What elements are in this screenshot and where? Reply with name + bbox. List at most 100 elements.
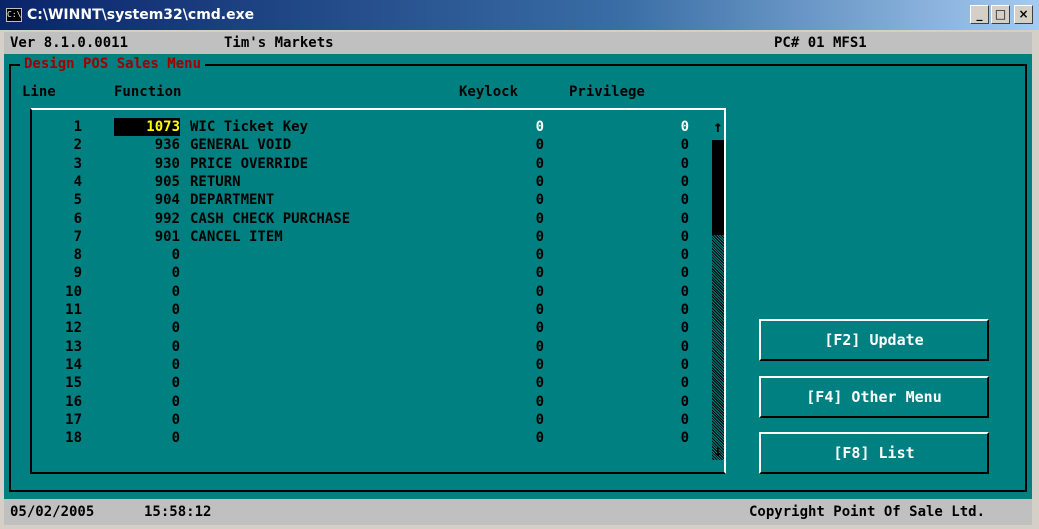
row-privilege: 0 xyxy=(680,375,689,392)
row-privilege: 0 xyxy=(680,265,689,282)
menu-title: Design POS Sales Menu xyxy=(20,55,206,73)
maximize-button[interactable]: □ xyxy=(991,5,1010,24)
column-header-privilege: Privilege xyxy=(569,84,645,100)
row-privilege: 0 xyxy=(680,338,689,355)
scroll-down-arrow[interactable]: ↓ xyxy=(713,442,723,460)
row-line-number: 11 xyxy=(65,302,82,318)
row-function-code[interactable]: 936 xyxy=(114,136,180,154)
minimize-button[interactable]: _ xyxy=(970,5,989,24)
row-keylock: 0 xyxy=(535,192,544,209)
row-line-number: 4 xyxy=(73,173,82,190)
row-function-code[interactable]: 0 xyxy=(114,283,180,301)
row-privilege: 0 xyxy=(680,137,689,154)
row-function-code[interactable]: 0 xyxy=(114,301,180,319)
header-bar: Ver 8.1.0.0011 Tim's Markets PC# 01 MFS1 xyxy=(4,32,1032,54)
row-privilege: 0 xyxy=(680,119,689,135)
status-date: 05/02/2005 xyxy=(10,504,95,520)
version-label: Ver 8.1.0.0011 xyxy=(10,35,129,51)
row-keylock: 0 xyxy=(535,356,544,373)
row-keylock: 0 xyxy=(535,137,544,154)
row-function-name: RETURN xyxy=(190,173,241,190)
scrollbar-thumb[interactable] xyxy=(712,140,724,235)
status-bar: 05/02/2005 15:58:12 Copyright Point Of S… xyxy=(4,499,1032,525)
row-line-number: 9 xyxy=(73,265,82,282)
row-function-name: WIC Ticket Key xyxy=(190,119,309,135)
row-privilege: 0 xyxy=(680,247,689,264)
row-function-code[interactable]: 992 xyxy=(114,210,180,228)
window-title: C:\WINNT\system32\cmd.exe xyxy=(27,7,255,23)
row-privilege: 0 xyxy=(680,411,689,428)
row-function-name: CANCEL ITEM xyxy=(190,228,283,245)
row-line-number: 3 xyxy=(73,155,82,172)
column-header-function: Function xyxy=(114,84,182,100)
row-privilege: 0 xyxy=(680,228,689,245)
copyright-text: Copyright Point Of Sale Ltd. xyxy=(749,504,986,520)
row-privilege: 0 xyxy=(680,155,689,172)
row-function-name: CASH CHECK PURCHASE xyxy=(190,210,351,227)
row-keylock: 0 xyxy=(535,119,544,135)
row-keylock: 0 xyxy=(535,338,544,355)
row-function-name: GENERAL VOID xyxy=(190,137,292,154)
row-keylock: 0 xyxy=(535,247,544,264)
close-button[interactable]: × xyxy=(1014,5,1033,24)
window-title-bar[interactable]: C:\ C:\WINNT\system32\cmd.exe _ □ × xyxy=(0,0,1039,30)
row-keylock: 0 xyxy=(535,283,544,300)
row-line-number: 5 xyxy=(73,192,82,209)
row-function-code[interactable]: 901 xyxy=(114,228,180,246)
store-name: Tim's Markets xyxy=(224,35,334,51)
scroll-up-arrow[interactable]: ↑ xyxy=(713,118,723,136)
row-privilege: 0 xyxy=(680,302,689,318)
column-header-line: Line xyxy=(22,84,56,100)
f4-other-menu-button[interactable]: [F4] Other Menu xyxy=(759,376,989,418)
row-keylock: 0 xyxy=(535,155,544,172)
row-function-code[interactable]: 0 xyxy=(114,429,180,447)
row-line-number: 13 xyxy=(65,338,82,355)
row-line-number: 14 xyxy=(65,356,82,373)
row-function-code[interactable]: 0 xyxy=(114,319,180,337)
row-keylock: 0 xyxy=(535,430,544,447)
row-function-code[interactable]: 930 xyxy=(114,155,180,173)
row-privilege: 0 xyxy=(680,320,689,337)
column-header-keylock: Keylock xyxy=(459,84,519,100)
row-function-code[interactable]: 0 xyxy=(114,411,180,429)
row-line-number: 17 xyxy=(65,411,82,428)
row-privilege: 0 xyxy=(680,210,689,227)
row-function-code[interactable]: 905 xyxy=(114,173,180,191)
row-privilege: 0 xyxy=(680,393,689,410)
row-keylock: 0 xyxy=(535,265,544,282)
row-line-number: 8 xyxy=(73,247,82,264)
row-function-code[interactable]: 0 xyxy=(114,246,180,264)
row-line-number: 7 xyxy=(73,228,82,245)
row-function-code[interactable]: 0 xyxy=(114,338,180,356)
row-function-name: DEPARTMENT xyxy=(190,192,275,209)
row-keylock: 0 xyxy=(535,375,544,392)
row-privilege: 0 xyxy=(680,283,689,300)
row-privilege: 0 xyxy=(680,173,689,190)
console-screen[interactable]: Ver 8.1.0.0011 Tim's Markets PC# 01 MFS1… xyxy=(4,32,1032,525)
row-privilege: 0 xyxy=(680,356,689,373)
row-line-number: 15 xyxy=(65,375,82,392)
row-function-code[interactable]: 0 xyxy=(114,374,180,392)
row-line-number: 6 xyxy=(73,210,82,227)
row-function-code[interactable]: 1073 xyxy=(114,118,180,136)
row-function-code[interactable]: 0 xyxy=(114,264,180,282)
row-line-number: 1 xyxy=(73,119,82,135)
row-keylock: 0 xyxy=(535,302,544,318)
row-keylock: 0 xyxy=(535,173,544,190)
row-privilege: 0 xyxy=(680,192,689,209)
row-line-number: 10 xyxy=(65,283,82,300)
row-keylock: 0 xyxy=(535,320,544,337)
pc-id: PC# 01 MFS1 xyxy=(774,35,867,51)
row-function-code[interactable]: 0 xyxy=(114,356,180,374)
f8-list-button[interactable]: [F8] List xyxy=(759,432,989,474)
status-time: 15:58:12 xyxy=(144,504,212,520)
row-privilege: 0 xyxy=(680,430,689,447)
row-function-code[interactable]: 904 xyxy=(114,191,180,209)
f2-update-button[interactable]: [F2] Update xyxy=(759,319,989,361)
console-app-icon[interactable]: C:\ xyxy=(6,8,22,22)
row-keylock: 0 xyxy=(535,228,544,245)
row-keylock: 0 xyxy=(535,411,544,428)
row-keylock: 0 xyxy=(535,210,544,227)
row-line-number: 16 xyxy=(65,393,82,410)
row-function-code[interactable]: 0 xyxy=(114,393,180,411)
